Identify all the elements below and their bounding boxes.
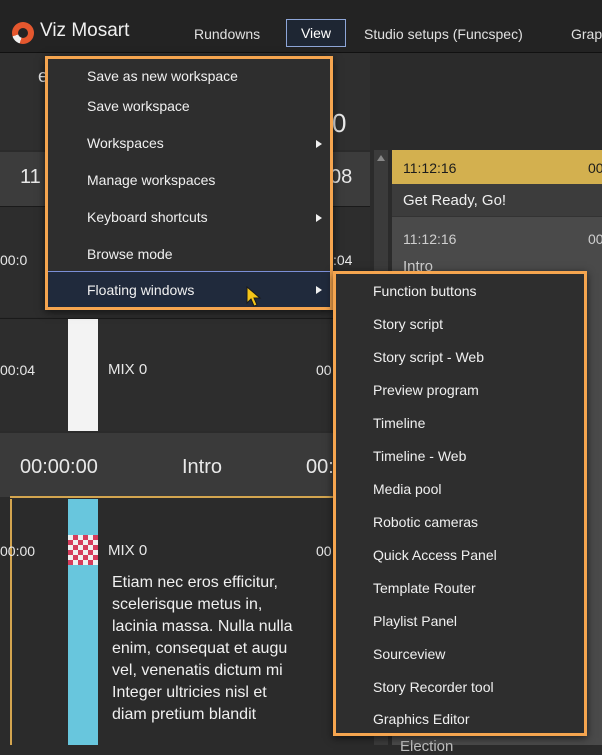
menu-item-media-pool[interactable]: Media pool xyxy=(336,475,584,505)
menu-item-save-as-new-workspace[interactable]: Save as new workspace xyxy=(48,63,330,91)
story-text: Etiam nec eros efficitur, scelerisque me… xyxy=(112,572,334,726)
menu-item-label: Story script - Web xyxy=(373,349,484,365)
story-line: diam pretium blandit xyxy=(112,706,257,723)
menu-item-label: Graphics Editor xyxy=(373,711,470,727)
menu-item-label: Media pool xyxy=(373,481,442,497)
menu-item-graphics-editor[interactable]: Graphics Editor xyxy=(336,706,584,736)
mouse-pointer-icon xyxy=(246,286,262,307)
row-time: 11 xyxy=(20,166,41,188)
menu-item-save-workspace[interactable]: Save workspace xyxy=(48,93,330,121)
menu-item-story-script[interactable]: Story script xyxy=(336,310,584,340)
menu-item-label: Save workspace xyxy=(87,98,190,114)
menu-item-timeline[interactable]: Timeline xyxy=(336,409,584,439)
menu-item-label: Quick Access Panel xyxy=(373,547,497,563)
menu-studio-setups[interactable]: Studio setups (Funcspec) xyxy=(364,26,523,42)
viz-logo-icon xyxy=(12,22,34,44)
header-number: 0 xyxy=(332,108,347,138)
menu-item-label: Story Recorder tool xyxy=(373,679,494,695)
menu-item-label: Timeline - Web xyxy=(373,448,467,464)
row-time: 00:04 xyxy=(0,362,36,378)
submenu-arrow-icon xyxy=(316,286,322,294)
row-time: 00:00 xyxy=(0,543,36,559)
story-title: Intro xyxy=(182,456,223,478)
rundown-row[interactable] xyxy=(0,319,370,431)
menu-item-story-recorder-tool[interactable]: Story Recorder tool xyxy=(336,673,584,703)
active-item-title: Get Ready, Go! xyxy=(403,192,507,209)
menu-item-label: Story script xyxy=(373,316,444,332)
menu-bar: Viz Mosart Rundowns View Studio setups (… xyxy=(0,0,602,53)
menu-item-browse-mode[interactable]: Browse mode xyxy=(48,240,330,270)
story-line: Integer ultricies nisl et xyxy=(112,684,267,701)
transparency-icon xyxy=(68,535,98,565)
story-line: enim, consequat et augu xyxy=(112,640,288,657)
next-item-time: 11:12:16 xyxy=(403,231,457,247)
view-menu: Save as new workspace Save workspace Wor… xyxy=(45,56,333,310)
menu-item-label: Keyboard shortcuts xyxy=(87,209,208,225)
menu-item-floating-windows[interactable]: Floating windows xyxy=(48,271,330,307)
story-left-border xyxy=(10,499,12,745)
row-time: 00:0 xyxy=(0,252,28,268)
story-underline xyxy=(10,496,370,498)
menu-item-keyboard-shortcuts[interactable]: Keyboard shortcuts xyxy=(48,203,330,233)
submenu-arrow-icon xyxy=(316,140,322,148)
story-line: vel, venenatis dictum mi xyxy=(112,662,283,679)
menu-view[interactable]: View xyxy=(286,19,346,47)
story-duration: 00: xyxy=(306,456,334,478)
menu-item-robotic-cameras[interactable]: Robotic cameras xyxy=(336,508,584,538)
row-duration: :04 xyxy=(333,252,353,268)
menu-item-label: Robotic cameras xyxy=(373,514,479,530)
active-item-duration: 00 xyxy=(588,160,602,176)
next-item-duration: 00 xyxy=(588,231,602,247)
menu-graphics[interactable]: Grap xyxy=(571,26,602,42)
menu-item-label: Sourceview xyxy=(373,646,446,662)
menu-item-label: Preview program xyxy=(373,382,479,398)
menu-item-label: Function buttons xyxy=(373,283,477,299)
row-mix-label: MIX 0 xyxy=(108,361,148,378)
menu-item-manage-workspaces[interactable]: Manage workspaces xyxy=(48,166,330,196)
menu-item-label: Template Router xyxy=(373,580,476,596)
story-time: 00:00:00 xyxy=(20,456,98,478)
menu-item-label: Browse mode xyxy=(87,246,173,262)
submenu-arrow-icon xyxy=(316,214,322,222)
menu-item-label: Floating windows xyxy=(87,282,195,298)
menu-item-label: Save as new workspace xyxy=(87,68,238,84)
row-duration: 00 xyxy=(316,543,332,559)
menu-item-template-router[interactable]: Template Router xyxy=(336,574,584,604)
menu-item-story-script-web[interactable]: Story script - Web xyxy=(336,343,584,373)
divider xyxy=(392,216,602,217)
menu-item-preview-program[interactable]: Preview program xyxy=(336,376,584,406)
story-line: lacinia massa. Nulla nulla xyxy=(112,618,293,635)
row-duration: 08 xyxy=(330,166,353,188)
menu-item-workspaces[interactable]: Workspaces xyxy=(48,129,330,159)
menu-item-playlist-panel[interactable]: Playlist Panel xyxy=(336,607,584,637)
menu-rundowns[interactable]: Rundowns xyxy=(194,26,260,42)
active-item-time: 11:12:16 xyxy=(403,160,457,176)
menu-item-timeline-web[interactable]: Timeline - Web xyxy=(336,442,584,472)
scroll-up-icon[interactable] xyxy=(377,155,385,161)
menu-item-quick-access-panel[interactable]: Quick Access Panel xyxy=(336,541,584,571)
menu-item-label: Timeline xyxy=(373,415,426,431)
story-line: scelerisque metus in, xyxy=(112,596,263,613)
story-line: Etiam nec eros efficitur, xyxy=(112,574,278,591)
menu-item-function-buttons[interactable]: Function buttons xyxy=(336,277,584,307)
item-type-strip xyxy=(68,319,98,431)
bottom-item-title: Election xyxy=(400,738,454,755)
menu-item-label: Workspaces xyxy=(87,135,164,151)
menu-item-label: Playlist Panel xyxy=(373,613,458,629)
floating-windows-submenu: Function buttons Story script Story scri… xyxy=(333,271,587,736)
menu-item-sourceview[interactable]: Sourceview xyxy=(336,640,584,670)
row-duration: 00 xyxy=(316,362,332,378)
row-mix-label: MIX 0 xyxy=(108,542,148,559)
app-title: Viz Mosart xyxy=(40,20,130,41)
menu-item-label: Manage workspaces xyxy=(87,172,216,188)
